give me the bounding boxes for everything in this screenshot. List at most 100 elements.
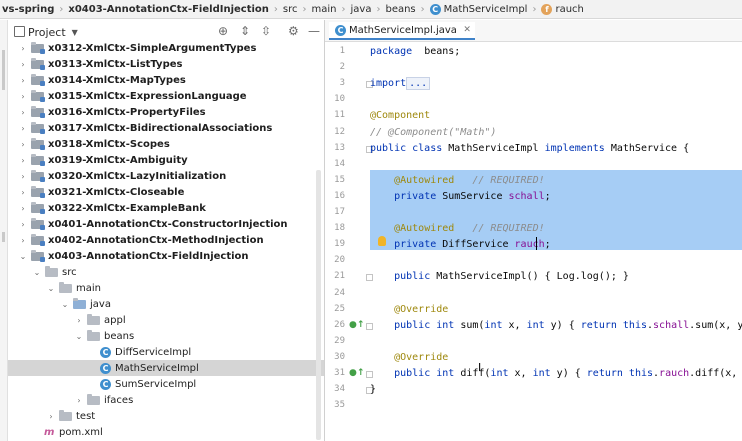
breadcrumb-item[interactable]: java [351,4,372,15]
chevron-down-icon[interactable]: ⌄ [74,332,84,341]
breadcrumb-separator: › [273,3,278,15]
chevron-down-icon[interactable]: ⌄ [18,252,28,261]
chevron-right-icon[interactable]: › [18,204,28,213]
code-token: x, [502,319,527,331]
code-token: @Override [394,351,449,363]
chevron-right-icon[interactable]: › [18,188,28,197]
breadcrumb-item[interactable]: x0403-AnnotationCtx-FieldInjection [68,4,269,15]
module-folder-icon [31,73,45,86]
chevron-right-icon[interactable]: › [74,396,84,405]
tree-item-label: x0403-AnnotationCtx-FieldInjection [48,250,249,262]
breadcrumb-item[interactable]: src [283,4,298,15]
lightbulb-icon[interactable] [378,236,386,246]
code-token: return this [586,368,654,379]
project-panel-header: Project ▼ ⊕ ⇕ ⇳ ⚙ — [8,22,324,42]
line-number: 26 [334,319,345,330]
minimize-icon[interactable]: — [308,24,320,38]
line-number: 24 [334,287,345,298]
line-number: 29 [334,335,345,346]
module-folder-icon [31,217,45,230]
folder-icon [87,313,100,325]
code-editor[interactable]: package beans; import... @Component // @Com… [370,42,742,441]
chevron-right-icon[interactable]: › [18,44,28,53]
tree-item[interactable]: › x0312-XmlCtx-SimpleArgumentTypes [8,42,324,56]
breadcrumb-item[interactable]: beans [385,4,415,15]
line-number: 20 [334,255,345,266]
chevron-right-icon[interactable]: › [18,92,28,101]
chevron-right-icon[interactable]: › [18,220,28,229]
tree-item[interactable]: › x0402-AnnotationCtx-MethodInjection [8,232,324,248]
chevron-right-icon[interactable]: › [18,60,28,69]
tab-mathserviceimpl[interactable]: C MathServiceImpl.java ✕ [329,22,475,40]
line-number: 15 [334,174,345,185]
tree-item-label: x0402-AnnotationCtx-MethodInjection [48,234,264,246]
code-line: @Autowired // REQUIRED! [370,221,742,237]
tree-item[interactable]: › x0313-XmlCtx-ListTypes [8,56,324,72]
tree-item[interactable]: › x0316-XmlCtx-PropertyFiles [8,104,324,120]
tree-item[interactable]: › test [8,408,324,424]
tree-item[interactable]: C DiffServiceImpl [8,344,324,360]
chevron-down-icon[interactable]: ⌄ [46,284,56,293]
tree-item[interactable]: C SumServiceImpl [8,376,324,392]
locate-icon[interactable]: ⊕ [218,24,228,38]
tree-item[interactable]: › x0321-XmlCtx-Closeable [8,184,324,200]
tree-item-label: x0318-XmlCtx-Scopes [48,138,170,150]
override-marker-icon[interactable]: ●↑ [349,320,364,330]
tree-item[interactable]: › ifaces [8,392,324,408]
breadcrumb-item[interactable]: rauch [555,4,583,15]
tree-item[interactable]: › x0314-XmlCtx-MapTypes [8,72,324,88]
collapse-all-icon[interactable]: ⇳ [261,24,271,38]
project-tool-tab[interactable] [2,50,5,90]
line-number: 34 [334,384,345,395]
code-token: package [370,46,413,57]
code-token: schall [508,190,545,202]
tree-item[interactable]: ⌄ main [8,280,324,296]
code-line: public int sum(int x, int y) { return th… [370,318,742,334]
folded-imports[interactable]: ... [406,77,431,91]
tree-item[interactable]: m pom.xml [8,424,324,440]
chevron-right-icon[interactable]: › [18,108,28,117]
chevron-right-icon[interactable]: › [18,76,28,85]
code-token: int [484,319,503,331]
tree-item[interactable]: › x0320-XmlCtx-LazyInitialization [8,168,324,184]
tree-item[interactable]: › x0319-XmlCtx-Ambiguity [8,152,324,168]
breadcrumb-item[interactable]: MathServiceImpl [444,4,528,15]
tree-item[interactable]: ⌄ src [8,264,324,280]
chevron-down-icon[interactable]: ⌄ [60,300,70,309]
line-number: 3 [339,78,345,89]
code-line: public class MathServiceImpl implements … [370,141,742,157]
project-view-selector[interactable]: Project [28,26,66,39]
breadcrumb-item[interactable]: vs-spring [2,4,54,15]
chevron-right-icon[interactable]: › [18,156,28,165]
tree-item[interactable]: ⌄ x0403-AnnotationCtx-FieldInjection [8,248,324,264]
chevron-down-icon[interactable]: ▼ [72,28,78,37]
tree-item[interactable]: › x0322-XmlCtx-ExampleBank [8,200,324,216]
project-tree-scrollbar[interactable] [316,170,321,440]
gear-icon[interactable]: ⚙ [288,24,299,38]
chevron-right-icon[interactable]: › [46,412,56,421]
close-icon[interactable]: ✕ [463,25,471,35]
tree-item[interactable]: › x0317-XmlCtx-BidirectionalAssociations [8,120,324,136]
override-marker-icon[interactable]: ●↑ [349,368,364,378]
chevron-down-icon[interactable]: ⌄ [32,268,42,277]
chevron-right-icon[interactable]: › [18,124,28,133]
expand-all-icon[interactable]: ⇕ [240,24,250,38]
tree-item[interactable]: › appl [8,312,324,328]
chevron-right-icon[interactable]: › [18,140,28,149]
tree-item[interactable]: › x0315-XmlCtx-ExpressionLanguage [8,88,324,104]
structure-tool-tab[interactable] [2,232,5,242]
chevron-right-icon[interactable]: › [18,236,28,245]
tree-item[interactable]: ⌄ java [8,296,324,312]
folder-icon [45,265,58,277]
breadcrumb-item[interactable]: main [312,4,337,15]
tree-item[interactable]: › x0318-XmlCtx-Scopes [8,136,324,152]
chevron-right-icon[interactable]: › [18,172,28,181]
tree-item[interactable]: › x0401-AnnotationCtx-ConstructorInjectio… [8,216,324,232]
module-folder-icon [31,121,45,134]
code-token: import [370,78,407,90]
chevron-right-icon[interactable]: › [74,316,84,325]
tree-item[interactable]: ⌄ beans [8,328,324,344]
tree-item[interactable]: C MathServiceImpl [8,360,324,376]
line-number: 2 [339,62,345,73]
